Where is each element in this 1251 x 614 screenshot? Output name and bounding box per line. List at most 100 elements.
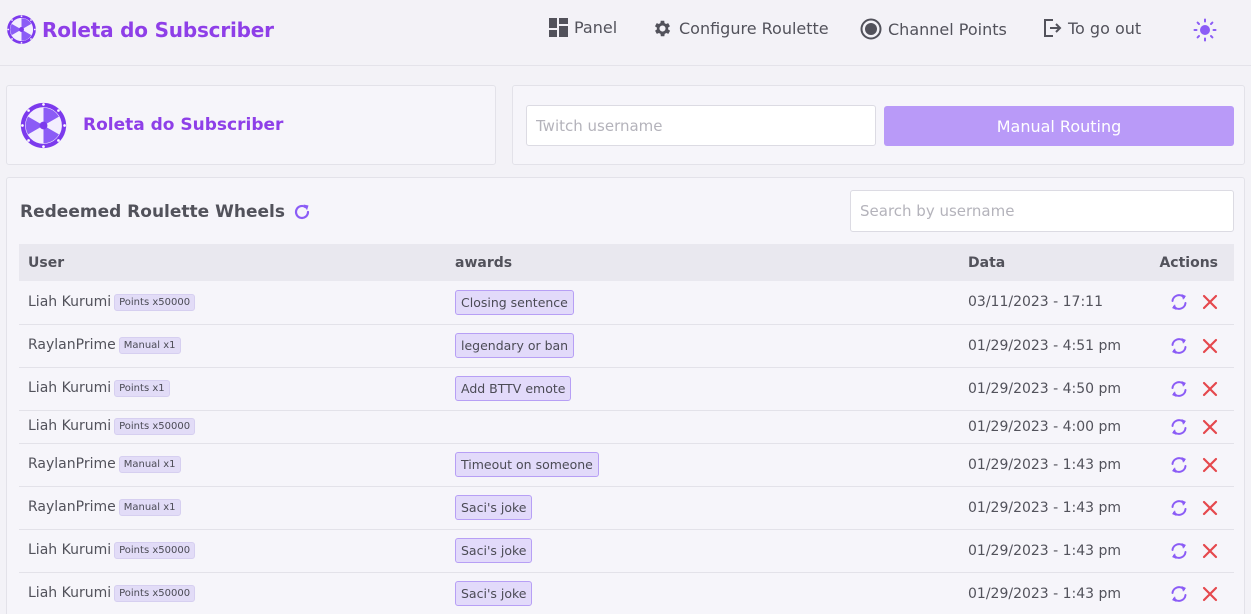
delete-icon[interactable] (1201, 456, 1219, 474)
date-cell: 01/29/2023 - 1:43 pm (959, 486, 1139, 530)
navbar: Roleta do Subscriber Panel Configure Rou… (0, 0, 1251, 66)
table-row: Liah Kurumi Points x50000 Saci's joke 01/29… (19, 572, 1234, 614)
reroll-icon[interactable] (1169, 292, 1189, 312)
nav-configure-roulette[interactable]: Configure Roulette (652, 18, 829, 39)
user-name: RaylanPrime (28, 456, 116, 472)
manual-routing-card: Manual Routing (512, 85, 1245, 165)
actions-cell (1139, 572, 1234, 614)
moon-icon[interactable] (1223, 18, 1239, 42)
delete-icon[interactable] (1201, 585, 1219, 603)
user-name: Liah Kurumi (28, 380, 112, 396)
date-cell: 03/11/2023 - 17:11 (959, 281, 1139, 325)
reroll-button[interactable] (1169, 455, 1189, 475)
user-name: RaylanPrime (28, 337, 116, 353)
reroll-button[interactable] (1169, 379, 1189, 399)
redeem-type-badge: Points x50000 (114, 585, 196, 602)
user-name: Liah Kurumi (28, 585, 112, 601)
delete-icon[interactable] (1201, 499, 1219, 517)
user-name: Liah Kurumi (28, 293, 112, 310)
user-cell: Liah Kurumi Points x50000 (19, 529, 446, 573)
redeemed-card: Redeemed Roulette Wheels User awards Dat… (6, 177, 1245, 614)
actions-cell (1139, 529, 1234, 573)
user-cell: RaylanPrime Manual x1 (19, 486, 446, 530)
sun-icon[interactable] (1193, 18, 1217, 42)
brand-title: Roleta do Subscriber (42, 17, 274, 42)
user-cell: RaylanPrime Manual x1 (19, 324, 446, 368)
actions-cell (1139, 281, 1234, 325)
redeem-type-badge: Points x1 (114, 380, 170, 397)
delete-icon[interactable] (1201, 380, 1219, 398)
brand-card-title: Roleta do Subscriber (83, 115, 284, 135)
theme-toggle[interactable] (1193, 18, 1239, 42)
reroll-icon[interactable] (1169, 336, 1189, 356)
delete-button[interactable] (1201, 542, 1219, 560)
column-awards: awards (455, 254, 513, 271)
actions-cell (1139, 443, 1234, 487)
twitch-username-input[interactable] (526, 105, 876, 146)
reroll-button[interactable] (1169, 336, 1189, 356)
reroll-button[interactable] (1169, 584, 1189, 604)
table-row: Liah Kurumi Points x1 Add BTTV emote 01/29/… (19, 367, 1234, 411)
reroll-button[interactable] (1169, 417, 1189, 437)
date-cell: 01/29/2023 - 1:43 pm (959, 529, 1139, 573)
redeem-type-badge: Manual x1 (118, 456, 181, 473)
delete-button[interactable] (1201, 456, 1219, 474)
user-name: RaylanPrime (28, 499, 116, 515)
delete-button[interactable] (1201, 380, 1219, 398)
delete-button[interactable] (1201, 293, 1219, 311)
redeem-type-badge: Points x50000 (114, 542, 196, 559)
reroll-button[interactable] (1169, 292, 1189, 312)
award-cell (446, 410, 959, 444)
reroll-icon[interactable] (1169, 584, 1189, 604)
nav-logout[interactable]: To go out (1042, 18, 1141, 38)
date-cell: 01/29/2023 - 4:50 pm (959, 367, 1139, 411)
reroll-icon[interactable] (1169, 379, 1189, 399)
user-cell: RaylanPrime Manual x1 (19, 443, 446, 487)
delete-button[interactable] (1201, 499, 1219, 517)
manual-routing-button[interactable]: Manual Routing (884, 106, 1234, 146)
award-tag: Saci's joke (455, 538, 533, 563)
brand[interactable]: Roleta do Subscriber (6, 14, 274, 45)
nav-channel-points[interactable]: Channel Points (860, 18, 1007, 40)
award-cell: Saci's joke (446, 572, 959, 614)
redeem-type-badge: Points x50000 (114, 418, 196, 435)
delete-icon[interactable] (1201, 293, 1219, 311)
gear-icon (654, 20, 671, 37)
reroll-icon[interactable] (1169, 417, 1189, 437)
reroll-button[interactable] (1169, 541, 1189, 561)
table-row: Liah Kurumi Points x50000 Saci's joke 01/29… (19, 529, 1234, 573)
delete-icon[interactable] (1201, 418, 1219, 436)
reroll-button[interactable] (1169, 498, 1189, 518)
actions-cell (1139, 410, 1234, 444)
redeem-type-badge: Manual x1 (118, 499, 181, 516)
delete-button[interactable] (1201, 337, 1219, 355)
redeemed-table: User awards Data Actions Liah Kurumi Poin… (19, 244, 1234, 614)
redeem-type-badge: Manual x1 (118, 337, 181, 354)
nav-panel[interactable]: Panel (549, 18, 617, 37)
section-title: Redeemed Roulette Wheels (20, 202, 312, 222)
user-cell: Liah Kurumi Points x50000 (19, 281, 446, 325)
user-name: Liah Kurumi (28, 418, 112, 434)
delete-button[interactable] (1201, 418, 1219, 436)
search-username-input[interactable] (850, 190, 1234, 232)
user-cell: Liah Kurumi Points x50000 (19, 572, 446, 614)
refresh-icon[interactable] (292, 202, 312, 222)
reroll-icon[interactable] (1169, 455, 1189, 475)
reroll-icon[interactable] (1169, 541, 1189, 561)
table-row: RaylanPrime Manual x1 Timeout on someone 01… (19, 443, 1234, 487)
redeem-type-badge: Points x50000 (114, 293, 196, 311)
user-cell: Liah Kurumi Points x1 (19, 367, 446, 411)
delete-icon[interactable] (1201, 337, 1219, 355)
award-cell: Add BTTV emote (446, 367, 959, 411)
award-tag: Closing sentence (455, 289, 574, 315)
actions-cell (1139, 486, 1234, 530)
award-cell: Saci's joke (446, 486, 959, 530)
roulette-logo-icon (7, 15, 36, 44)
award-cell: Closing sentence (446, 281, 959, 325)
reroll-icon[interactable] (1169, 498, 1189, 518)
column-actions: Actions (1159, 254, 1218, 271)
delete-icon[interactable] (1201, 542, 1219, 560)
delete-button[interactable] (1201, 585, 1219, 603)
date-cell: 01/29/2023 - 4:00 pm (959, 410, 1139, 444)
table-header-row: User awards Data Actions (19, 244, 1234, 281)
